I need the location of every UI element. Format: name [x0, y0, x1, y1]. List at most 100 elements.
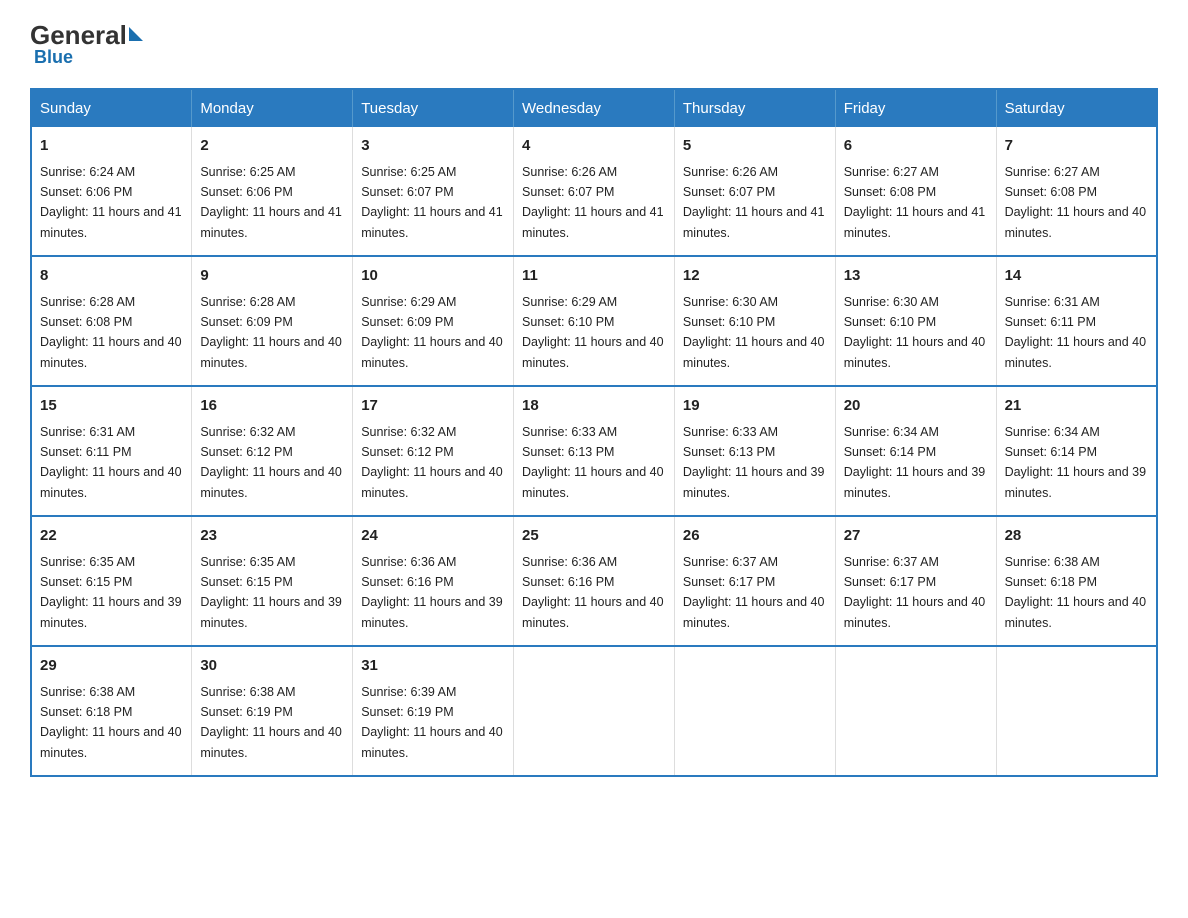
- day-number: 17: [361, 395, 505, 418]
- day-info: Sunrise: 6:39 AMSunset: 6:19 PMDaylight:…: [361, 685, 503, 760]
- calendar-table: SundayMondayTuesdayWednesdayThursdayFrid…: [30, 88, 1158, 777]
- calendar-cell: 8Sunrise: 6:28 AMSunset: 6:08 PMDaylight…: [31, 256, 192, 386]
- day-info: Sunrise: 6:25 AMSunset: 6:06 PMDaylight:…: [200, 165, 342, 240]
- logo-blue-text: Blue: [34, 47, 73, 68]
- day-number: 13: [844, 265, 988, 288]
- day-number: 5: [683, 135, 827, 158]
- day-number: 30: [200, 655, 344, 678]
- calendar-cell: 9 Sunrise: 6:28 AMSunset: 6:09 PMDaylight…: [192, 256, 353, 386]
- calendar-cell: 24Sunrise: 6:36 AMSunset: 6:16 PMDayligh…: [353, 516, 514, 646]
- day-info: Sunrise: 6:28 AMSunset: 6:08 PMDaylight:…: [40, 295, 182, 370]
- day-info: Sunrise: 6:32 AMSunset: 6:12 PMDaylight:…: [200, 425, 342, 500]
- day-number: 16: [200, 395, 344, 418]
- calendar-cell: 22Sunrise: 6:35 AMSunset: 6:15 PMDayligh…: [31, 516, 192, 646]
- day-info: Sunrise: 6:38 AMSunset: 6:19 PMDaylight:…: [200, 685, 342, 760]
- day-info: Sunrise: 6:26 AMSunset: 6:07 PMDaylight:…: [683, 165, 825, 240]
- day-number: 28: [1005, 525, 1148, 548]
- day-number: 15: [40, 395, 183, 418]
- calendar-cell: 2 Sunrise: 6:25 AMSunset: 6:06 PMDaylight…: [192, 127, 353, 256]
- day-number: 7: [1005, 135, 1148, 158]
- calendar-cell: 18 Sunrise: 6:33 AMSunset: 6:13 PMDayligh…: [514, 386, 675, 516]
- calendar-cell: 20 Sunrise: 6:34 AMSunset: 6:14 PMDayligh…: [835, 386, 996, 516]
- day-info: Sunrise: 6:37 AMSunset: 6:17 PMDaylight:…: [683, 555, 825, 630]
- col-header-wednesday: Wednesday: [514, 89, 675, 127]
- day-info: Sunrise: 6:33 AMSunset: 6:13 PMDaylight:…: [683, 425, 825, 500]
- day-number: 20: [844, 395, 988, 418]
- calendar-week-row: 29 Sunrise: 6:38 AMSunset: 6:18 PMDayligh…: [31, 646, 1157, 776]
- calendar-cell: 11Sunrise: 6:29 AMSunset: 6:10 PMDayligh…: [514, 256, 675, 386]
- day-number: 22: [40, 525, 183, 548]
- day-number: 11: [522, 265, 666, 288]
- calendar-cell: 28 Sunrise: 6:38 AMSunset: 6:18 PMDayligh…: [996, 516, 1157, 646]
- day-number: 19: [683, 395, 827, 418]
- day-info: Sunrise: 6:34 AMSunset: 6:14 PMDaylight:…: [1005, 425, 1147, 500]
- calendar-cell: 12Sunrise: 6:30 AMSunset: 6:10 PMDayligh…: [674, 256, 835, 386]
- day-number: 23: [200, 525, 344, 548]
- col-header-friday: Friday: [835, 89, 996, 127]
- calendar-cell: 21 Sunrise: 6:34 AMSunset: 6:14 PMDayligh…: [996, 386, 1157, 516]
- day-info: Sunrise: 6:25 AMSunset: 6:07 PMDaylight:…: [361, 165, 503, 240]
- day-info: Sunrise: 6:36 AMSunset: 6:16 PMDaylight:…: [522, 555, 664, 630]
- day-info: Sunrise: 6:35 AMSunset: 6:15 PMDaylight:…: [200, 555, 342, 630]
- day-info: Sunrise: 6:28 AMSunset: 6:09 PMDaylight:…: [200, 295, 342, 370]
- day-number: 21: [1005, 395, 1148, 418]
- calendar-cell: 10 Sunrise: 6:29 AMSunset: 6:09 PMDayligh…: [353, 256, 514, 386]
- day-number: 1: [40, 135, 183, 158]
- calendar-cell: 13Sunrise: 6:30 AMSunset: 6:10 PMDayligh…: [835, 256, 996, 386]
- calendar-cell: 15 Sunrise: 6:31 AMSunset: 6:11 PMDayligh…: [31, 386, 192, 516]
- day-info: Sunrise: 6:31 AMSunset: 6:11 PMDaylight:…: [1005, 295, 1147, 370]
- day-info: Sunrise: 6:38 AMSunset: 6:18 PMDaylight:…: [40, 685, 182, 760]
- calendar-cell: 3 Sunrise: 6:25 AMSunset: 6:07 PMDaylight…: [353, 127, 514, 256]
- day-info: Sunrise: 6:31 AMSunset: 6:11 PMDaylight:…: [40, 425, 182, 500]
- col-header-thursday: Thursday: [674, 89, 835, 127]
- calendar-cell: 31 Sunrise: 6:39 AMSunset: 6:19 PMDayligh…: [353, 646, 514, 776]
- calendar-cell: 6 Sunrise: 6:27 AMSunset: 6:08 PMDaylight…: [835, 127, 996, 256]
- col-header-monday: Monday: [192, 89, 353, 127]
- calendar-cell: [514, 646, 675, 776]
- day-info: Sunrise: 6:24 AMSunset: 6:06 PMDaylight:…: [40, 165, 182, 240]
- day-number: 18: [522, 395, 666, 418]
- col-header-sunday: Sunday: [31, 89, 192, 127]
- day-number: 25: [522, 525, 666, 548]
- calendar-cell: 5 Sunrise: 6:26 AMSunset: 6:07 PMDaylight…: [674, 127, 835, 256]
- page-header: General Blue: [30, 20, 1158, 68]
- calendar-cell: 16 Sunrise: 6:32 AMSunset: 6:12 PMDayligh…: [192, 386, 353, 516]
- calendar-header-row: SundayMondayTuesdayWednesdayThursdayFrid…: [31, 89, 1157, 127]
- calendar-cell: [996, 646, 1157, 776]
- day-number: 6: [844, 135, 988, 158]
- calendar-cell: 7 Sunrise: 6:27 AMSunset: 6:08 PMDaylight…: [996, 127, 1157, 256]
- calendar-cell: 25 Sunrise: 6:36 AMSunset: 6:16 PMDayligh…: [514, 516, 675, 646]
- calendar-cell: 1 Sunrise: 6:24 AMSunset: 6:06 PMDaylight…: [31, 127, 192, 256]
- calendar-cell: 23 Sunrise: 6:35 AMSunset: 6:15 PMDayligh…: [192, 516, 353, 646]
- calendar-cell: 4 Sunrise: 6:26 AMSunset: 6:07 PMDaylight…: [514, 127, 675, 256]
- calendar-cell: 30 Sunrise: 6:38 AMSunset: 6:19 PMDayligh…: [192, 646, 353, 776]
- logo: General Blue: [30, 20, 143, 68]
- day-number: 27: [844, 525, 988, 548]
- day-info: Sunrise: 6:27 AMSunset: 6:08 PMDaylight:…: [844, 165, 986, 240]
- day-number: 10: [361, 265, 505, 288]
- day-info: Sunrise: 6:26 AMSunset: 6:07 PMDaylight:…: [522, 165, 664, 240]
- day-number: 24: [361, 525, 505, 548]
- calendar-cell: 29 Sunrise: 6:38 AMSunset: 6:18 PMDayligh…: [31, 646, 192, 776]
- calendar-week-row: 15 Sunrise: 6:31 AMSunset: 6:11 PMDayligh…: [31, 386, 1157, 516]
- day-number: 31: [361, 655, 505, 678]
- calendar-cell: 26Sunrise: 6:37 AMSunset: 6:17 PMDayligh…: [674, 516, 835, 646]
- day-number: 29: [40, 655, 183, 678]
- calendar-cell: [835, 646, 996, 776]
- day-number: 14: [1005, 265, 1148, 288]
- day-info: Sunrise: 6:37 AMSunset: 6:17 PMDaylight:…: [844, 555, 986, 630]
- day-number: 2: [200, 135, 344, 158]
- calendar-week-row: 1 Sunrise: 6:24 AMSunset: 6:06 PMDaylight…: [31, 127, 1157, 256]
- day-number: 9: [200, 265, 344, 288]
- day-info: Sunrise: 6:29 AMSunset: 6:09 PMDaylight:…: [361, 295, 503, 370]
- day-number: 3: [361, 135, 505, 158]
- day-info: Sunrise: 6:33 AMSunset: 6:13 PMDaylight:…: [522, 425, 664, 500]
- calendar-cell: 27 Sunrise: 6:37 AMSunset: 6:17 PMDayligh…: [835, 516, 996, 646]
- calendar-cell: 19 Sunrise: 6:33 AMSunset: 6:13 PMDayligh…: [674, 386, 835, 516]
- day-info: Sunrise: 6:38 AMSunset: 6:18 PMDaylight:…: [1005, 555, 1147, 630]
- calendar-cell: 14 Sunrise: 6:31 AMSunset: 6:11 PMDayligh…: [996, 256, 1157, 386]
- day-info: Sunrise: 6:27 AMSunset: 6:08 PMDaylight:…: [1005, 165, 1147, 240]
- day-info: Sunrise: 6:30 AMSunset: 6:10 PMDaylight:…: [683, 295, 825, 370]
- day-number: 4: [522, 135, 666, 158]
- day-info: Sunrise: 6:34 AMSunset: 6:14 PMDaylight:…: [844, 425, 986, 500]
